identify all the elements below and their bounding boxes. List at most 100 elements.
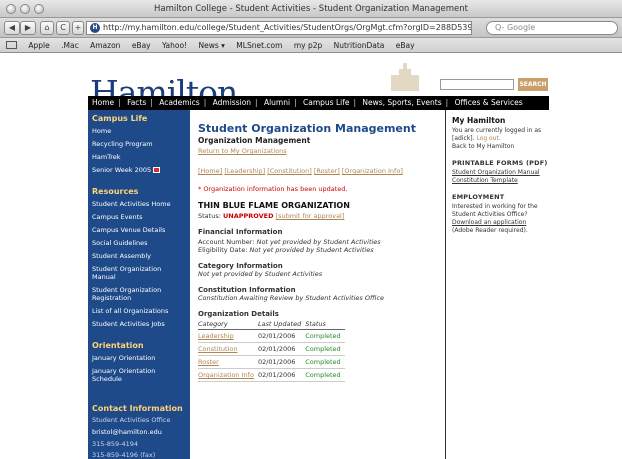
bookmark-item[interactable]: eBay (396, 41, 415, 50)
address-bar-url: http://my.hamilton.edu/college/Student_A… (103, 23, 472, 32)
sidebar-item-campus-events[interactable]: Campus Events (88, 211, 190, 224)
account-line: Account Number: Not yet provided by Stud… (198, 238, 443, 246)
tab-leadership[interactable]: [Leadership] (224, 167, 265, 175)
sidebar-item-home[interactable]: Home (88, 125, 190, 138)
eligibility-line: Eligibility Date: Not yet provided by St… (198, 246, 443, 254)
page-subtitle: Organization Management (198, 136, 311, 145)
contact-email-link[interactable]: bristol@hamilton.edu (88, 426, 190, 439)
constitution-template-link[interactable]: Constitution Template (452, 177, 552, 185)
nav-facts[interactable]: Facts (123, 98, 150, 107)
bookmark-item[interactable]: my p2p (294, 41, 322, 50)
my-hamilton-heading: My Hamilton (452, 116, 506, 125)
tab-home[interactable]: [Home] (198, 167, 222, 175)
zoom-window-button[interactable] (34, 4, 44, 14)
sidebar-item-jobs[interactable]: Student Activities Jobs (88, 318, 190, 331)
nav-admission[interactable]: Admission (209, 98, 255, 107)
back-button[interactable]: ◀ (4, 21, 20, 35)
sidebar-item-hamtrek[interactable]: HamTrek (88, 151, 190, 164)
address-bar[interactable]: H http://my.hamilton.edu/college/Student… (86, 21, 472, 35)
forward-button[interactable]: ▶ (20, 21, 36, 35)
org-manual-pdf-link[interactable]: Student Organization Manual (452, 169, 552, 177)
nav-campus-life[interactable]: Campus Life (299, 98, 353, 107)
status-badge: UNAPPROVED (222, 212, 274, 220)
adobe-note: (Adobe Reader required). (452, 227, 528, 234)
logged-in-text: You are currently logged in as [adick]. … (452, 127, 552, 143)
back-my-hamilton-link[interactable]: Back to My Hamilton (452, 143, 552, 151)
close-window-button[interactable] (6, 4, 16, 14)
table-cell: 02/01/2006 (257, 368, 306, 382)
site-search-input[interactable] (440, 79, 514, 90)
download-application-link[interactable]: Download an application (452, 219, 552, 227)
nav-offices[interactable]: Offices & Services (451, 98, 527, 107)
table-cell: Completed (305, 342, 345, 356)
sidebar-item-recycling[interactable]: Recycling Program (88, 138, 190, 151)
minimize-window-button[interactable] (20, 4, 30, 14)
window-titlebar: Hamilton College - Student Activities - … (0, 0, 622, 18)
main-nav: Home | Facts | Academics | Admission | Alumn… (88, 96, 549, 110)
sidebar-item-venue-details[interactable]: Campus Venue Details (88, 224, 190, 237)
bookmark-item[interactable]: Apple (28, 41, 49, 50)
table-row: Organization Info 02/01/2006 Completed (198, 368, 345, 382)
bookmark-item[interactable]: NutritionData (334, 41, 385, 50)
tab-org-info[interactable]: [Organization Info] (342, 167, 403, 175)
nav-academics[interactable]: Academics (155, 98, 204, 107)
category-heading: Category Information (198, 262, 283, 270)
submit-approval-link[interactable]: [submit for approval] (276, 212, 345, 220)
browser-search-input[interactable]: Q- Google (486, 21, 618, 35)
return-link[interactable]: Return to My Organizations (198, 147, 443, 155)
sidebar-heading-resources: Resources (92, 187, 139, 196)
sidebar-item-jan-orientation[interactable]: January Orientation (88, 352, 190, 365)
sidebar-item-jan-schedule[interactable]: January Orientation Schedule (88, 365, 190, 386)
details-roster-link[interactable]: Roster (198, 358, 219, 366)
home-button[interactable]: ⌂ (40, 21, 54, 35)
main-content: Student Organization Management Organiza… (198, 110, 443, 382)
bookmark-item[interactable]: MLSnet.com (236, 41, 282, 50)
bookmark-item[interactable]: News ▾ (198, 41, 224, 50)
tab-constitution[interactable]: [Constitution] (267, 167, 312, 175)
site-search-button[interactable]: SEARCH (518, 78, 548, 91)
constitution-value: Constitution Awaiting Review by Student … (198, 294, 385, 302)
reload-button[interactable]: C (56, 21, 70, 35)
bookmarks-book-icon[interactable] (6, 41, 17, 49)
sidebar-item-activities-home[interactable]: Student Activities Home (88, 198, 190, 211)
sidebar-item-student-assembly[interactable]: Student Assembly (88, 250, 190, 263)
nav-separator: | (255, 98, 258, 107)
sidebar-item-senior-week[interactable]: Senior Week 2005 (88, 164, 190, 177)
nav-separator: | (353, 98, 356, 107)
status-label: Status: (198, 212, 221, 220)
nav-news[interactable]: News, Sports, Events (358, 98, 445, 107)
nav-separator: | (203, 98, 207, 107)
update-alert: * Organization information has been upda… (198, 185, 348, 193)
status-line: Status: UNAPPROVED [submit for approval] (198, 212, 443, 220)
details-heading: Organization Details (198, 310, 279, 318)
sidebar-item-all-orgs[interactable]: List of all Organizations (88, 305, 190, 318)
bookmark-item[interactable]: Yahoo! (162, 41, 187, 50)
logout-link[interactable]: Log out. (476, 135, 500, 142)
column-divider (445, 110, 446, 459)
table-cell: 02/01/2006 (257, 342, 306, 356)
bookmark-item[interactable]: .Mac (61, 41, 79, 50)
add-bookmark-button[interactable]: + (72, 21, 84, 35)
bookmarks-bar: Apple .Mac Amazon eBay Yahoo! News ▾ MLS… (0, 38, 622, 53)
sidebar-item-social-guidelines[interactable]: Social Guidelines (88, 237, 190, 250)
sidebar-heading-contact: Contact Information (92, 404, 183, 413)
org-tabs: [Home] [Leadership] [Constitution] [Rost… (198, 167, 443, 175)
window-title: Hamilton College - Student Activities - … (153, 4, 469, 14)
tab-roster[interactable]: [Roster] (314, 167, 340, 175)
bookmark-item[interactable]: Amazon (90, 41, 120, 50)
bookmark-item[interactable]: eBay (132, 41, 151, 50)
constitution-heading: Constitution Information (198, 286, 296, 294)
nav-alumni[interactable]: Alumni (260, 98, 294, 107)
sidebar-item-senior-week-label: Senior Week 2005 (92, 166, 152, 174)
nav-separator: | (150, 98, 153, 107)
sidebar-item-org-registration[interactable]: Student Organization Registration (88, 284, 190, 305)
web-page: Hamilton SEARCH Home | Facts | Academics | … (0, 53, 622, 459)
nav-home[interactable]: Home (88, 98, 118, 107)
sidebar-item-org-manual[interactable]: Student Organization Manual (88, 263, 190, 284)
details-leadership-link[interactable]: Leadership (198, 332, 234, 340)
details-org-info-link[interactable]: Organization Info (198, 371, 254, 379)
building-icon (391, 63, 419, 91)
table-cell: 02/01/2006 (257, 329, 306, 343)
details-constitution-link[interactable]: Constitution (198, 345, 238, 353)
column-header: Last Updated (257, 320, 306, 330)
